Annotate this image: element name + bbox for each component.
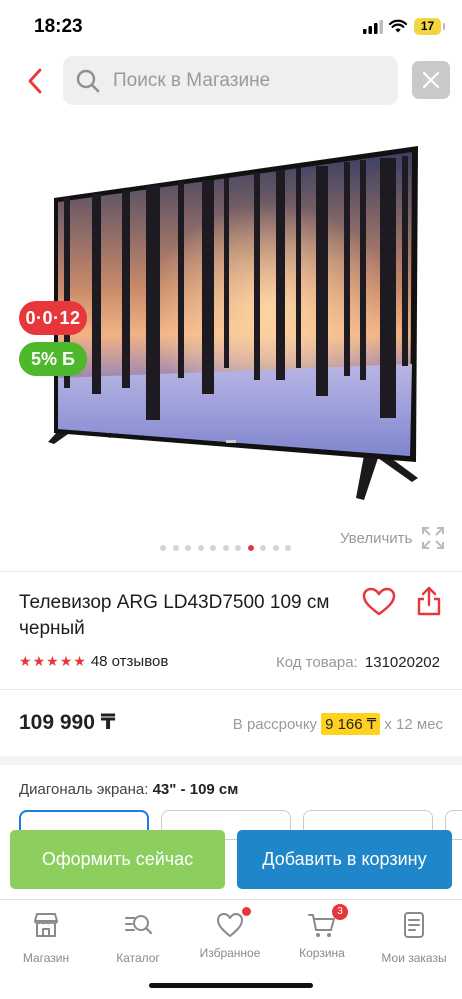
wifi-icon [389, 19, 407, 33]
gallery-dot[interactable] [285, 545, 291, 551]
orders-icon [404, 912, 424, 938]
gallery-dot[interactable] [197, 545, 204, 551]
chevron-left-icon [28, 68, 42, 94]
installment-amount: 9 166 ₸ [321, 713, 381, 735]
gallery-dot[interactable] [235, 545, 241, 551]
divider [0, 571, 462, 572]
search-icon [76, 69, 100, 92]
nav-label: Мои заказы [381, 951, 447, 965]
nav-label: Корзина [299, 946, 345, 960]
nav-item-favorites[interactable]: Избранное [184, 907, 276, 960]
reviews-link[interactable]: 48 отзывов [91, 653, 169, 670]
rating-stars: ★ ★ ★ ★ ★ [19, 653, 87, 670]
cellular-signal-icon [363, 20, 383, 34]
nav-item-catalog[interactable]: Каталог [92, 910, 184, 965]
installment-prefix: В рассрочку [232, 715, 318, 733]
diagonal-value: 43" - 109 см [152, 781, 239, 798]
gallery-pagination[interactable] [160, 545, 298, 551]
heart-icon [217, 913, 243, 937]
nav-item-orders[interactable]: Мои заказы [368, 910, 460, 965]
nav-item-store[interactable]: Магазин [0, 910, 92, 965]
divider [0, 689, 462, 690]
section-divider [0, 756, 462, 765]
close-icon [422, 71, 440, 89]
gallery-dot-active[interactable] [247, 545, 254, 551]
installment-info[interactable]: В рассрочку 9 166 ₸ x 12 мес [233, 713, 443, 735]
gallery-dot[interactable] [172, 545, 179, 551]
star-icon: ★ [59, 653, 73, 669]
product-title: Телевизор ARG LD43D7500 109 см черный [19, 592, 330, 639]
product-image[interactable] [40, 140, 430, 510]
product-code-label: Код товара: [276, 654, 358, 671]
product-code-value: 131020202 [364, 654, 440, 671]
nav-label: Магазин [22, 951, 70, 965]
diagonal-label: Диагональ экрана: [19, 781, 149, 798]
diagonal-spec: Диагональ экрана: 43" - 109 см [19, 781, 238, 798]
battery-icon: 17 [414, 18, 445, 35]
cart-count-badge: 3 [332, 904, 348, 920]
checkout-now-button[interactable]: Оформить сейчас [10, 830, 225, 889]
gallery-dot[interactable] [272, 545, 279, 551]
star-icon: ★ [32, 653, 46, 669]
installment-term: x 12 мес [384, 715, 443, 733]
star-icon: ★ [46, 653, 59, 669]
gallery-dot[interactable] [260, 545, 266, 551]
expand-icon [422, 527, 445, 549]
share-icon[interactable] [416, 585, 442, 617]
status-bar: 18:23 17 [0, 0, 462, 50]
heart-icon-wrap [215, 907, 251, 940]
nav-label: Каталог [116, 951, 160, 965]
star-icon: ★ [19, 653, 32, 669]
zoom-label: Увеличить [340, 529, 413, 547]
close-button[interactable] [412, 61, 450, 99]
store-icon [34, 913, 58, 937]
search-input[interactable] [113, 69, 383, 92]
search-bar[interactable] [63, 56, 398, 105]
star-icon: ★ [73, 653, 86, 669]
cart-icon-wrap: 3 [307, 904, 348, 940]
zoom-button[interactable]: Увеличить [340, 526, 445, 550]
bonus-badge: 5% Б [19, 342, 87, 376]
gallery-dot[interactable] [185, 545, 191, 551]
favorite-heart-icon[interactable] [362, 587, 396, 617]
back-button[interactable] [22, 62, 48, 100]
notification-dot [242, 907, 251, 916]
gallery-dot[interactable] [160, 545, 166, 551]
nav-item-cart[interactable]: 3 Корзина [276, 904, 368, 960]
product-code: Код товара: 131020202 [276, 654, 440, 671]
installment-badge: 0·0·12 [19, 301, 87, 335]
gallery-dot[interactable] [210, 545, 216, 551]
status-time: 18:23 [34, 16, 83, 37]
nav-label: Избранное [199, 946, 261, 960]
gallery-dot[interactable] [222, 545, 229, 551]
product-rating[interactable]: ★ ★ ★ ★ ★ 48 отзывов [19, 653, 168, 670]
catalog-search-icon [125, 915, 153, 935]
product-price: 109 990 ₸ [19, 711, 116, 734]
home-indicator [149, 983, 313, 988]
add-to-cart-button[interactable]: Добавить в корзину [237, 830, 452, 889]
